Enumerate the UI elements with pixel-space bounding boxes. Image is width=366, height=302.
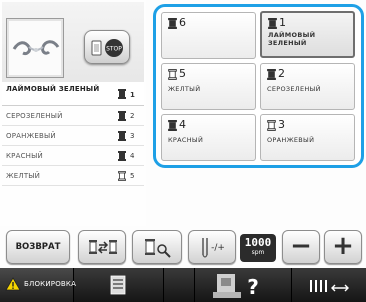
speed-plus-button[interactable]: +	[324, 230, 362, 264]
start-stop-button[interactable]: STOP	[84, 30, 130, 64]
color-number: 3	[130, 132, 135, 140]
tile-number: 5	[179, 67, 186, 80]
stop-icon: STOP	[91, 39, 123, 57]
thread-spool-icon	[268, 18, 277, 29]
warning-icon	[5, 277, 21, 291]
color-sort-grid: 6 1 ЛАЙМОВЫЙ ЗЕЛЕНЫЙ 5 ЖЕЛТЫЙ 2 СЕРОЗЕЛЕ…	[153, 4, 364, 168]
needle-speed-icon: -/+	[202, 238, 225, 258]
color-name: СЕРОЗЕЛЕНЫЙ	[6, 112, 63, 120]
color-number: 2	[130, 112, 135, 120]
tile-number: 3	[278, 118, 285, 131]
thread-chart-button[interactable]	[74, 268, 164, 302]
color-tile-3[interactable]: 3 ОРАНЖЕВЫЙ	[260, 114, 355, 161]
color-name: ЖЕЛТЫЙ	[6, 172, 41, 180]
minus-icon: −	[290, 231, 312, 261]
color-tile-4[interactable]: 4 КРАСНЫЙ	[161, 114, 256, 161]
thread-spool-icon	[168, 120, 177, 131]
list-item: ОРАНЖЕВЫЙ 3	[2, 126, 144, 146]
thread-spool-icon	[118, 131, 126, 141]
color-number: 5	[130, 172, 135, 180]
thread-spool-icon	[118, 151, 126, 161]
color-tile-1[interactable]: 1 ЛАЙМОВЫЙ ЗЕЛЕНЫЙ	[260, 11, 355, 58]
color-tile-6[interactable]: 6	[161, 12, 256, 59]
thread-spool-icon	[168, 18, 177, 29]
svg-text:-/+: -/+	[211, 243, 225, 253]
tile-color-name: ОРАНЖЕВЫЙ	[267, 136, 315, 144]
spool-magnifier-icon	[145, 239, 171, 258]
lock-label: БЛОКИРОВКА	[24, 280, 77, 288]
tile-number: 6	[179, 16, 186, 29]
color-number: 1	[130, 91, 136, 99]
tile-color-name: КРАСНЫЙ	[168, 136, 204, 144]
swap-spools-icon	[89, 240, 117, 254]
color-name: КРАСНЫЙ	[6, 152, 43, 160]
svg-text:STOP: STOP	[106, 46, 122, 53]
tile-color-name: ЛАЙМОВЫЙ ЗЕЛЕНЫЙ	[268, 31, 316, 47]
speed-unit: spm	[251, 249, 265, 256]
embroidery-design-icon	[12, 40, 60, 55]
svg-text:?: ?	[247, 275, 259, 299]
back-button-label: ВОЗВРАТ	[15, 242, 61, 252]
settings-button[interactable]	[291, 268, 366, 302]
speed-display: 1000 spm	[240, 234, 276, 262]
thread-spool-outline-icon	[118, 171, 126, 181]
color-name: ОРАНЖЕВЫЙ	[6, 132, 56, 140]
settings-bars-icon	[310, 280, 349, 292]
tile-color-name: ЖЕЛТЫЙ	[168, 85, 201, 93]
tile-color-name: СЕРОЗЕЛЕНЫЙ	[267, 85, 321, 93]
embroidery-color-sort-screen: STOP ЛАЙМОВЫЙ ЗЕЛЕНЫЙ 1 СЕРОЗЕЛЕНЫЙ 2 ОР…	[0, 0, 366, 302]
help-button[interactable]: ?	[194, 268, 290, 302]
thread-spool-icon	[267, 69, 276, 80]
color-tile-2[interactable]: 2 СЕРОЗЕЛЕНЫЙ	[260, 63, 355, 110]
thread-spool-outline-icon	[267, 120, 276, 131]
tile-number: 2	[278, 67, 285, 80]
status-bar: БЛОКИРОВКА ?	[0, 268, 366, 302]
thread-spool-icon	[118, 111, 126, 121]
list-item: СЕРОЗЕЛЕНЫЙ 2	[2, 106, 144, 126]
lock-button[interactable]: БЛОКИРОВКА	[0, 268, 77, 302]
plus-icon: +	[332, 231, 354, 261]
color-tile-5[interactable]: 5 ЖЕЛТЫЙ	[161, 63, 256, 110]
back-button[interactable]: ВОЗВРАТ	[6, 230, 70, 264]
bottom-toolbar: ВОЗВРАТ -/+ 1000 spm − +	[0, 228, 366, 268]
left-top-area: STOP	[2, 2, 144, 92]
color-number: 4	[130, 152, 135, 160]
color-name: ЛАЙМОВЫЙ ЗЕЛЕНЫЙ	[6, 85, 100, 93]
left-panel: STOP ЛАЙМОВЫЙ ЗЕЛЕНЫЙ 1 СЕРОЗЕЛЕНЫЙ 2 ОР…	[0, 0, 146, 226]
speed-setting-button[interactable]: -/+	[188, 230, 236, 264]
swap-spools-button[interactable]	[78, 230, 126, 264]
sewing-machine-help-icon: ?	[213, 274, 259, 299]
tile-number: 4	[179, 118, 186, 131]
list-item: КРАСНЫЙ 4	[2, 146, 144, 166]
speed-minus-button[interactable]: −	[282, 230, 320, 264]
thread-chart-icon	[110, 275, 126, 295]
list-item: ЛАЙМОВЫЙ ЗЕЛЕНЫЙ 1	[2, 82, 144, 106]
embroidery-preview	[6, 18, 64, 78]
color-sequence-list: ЛАЙМОВЫЙ ЗЕЛЕНЫЙ 1 СЕРОЗЕЛЕНЫЙ 2 ОРАНЖЕВ…	[2, 82, 144, 186]
list-item: ЖЕЛТЫЙ 5	[2, 166, 144, 186]
replace-spool-button[interactable]	[132, 230, 182, 264]
speed-value: 1000	[244, 236, 272, 249]
tile-number: 1	[279, 16, 286, 29]
thread-spool-outline-icon	[168, 69, 177, 80]
thread-spool-icon	[118, 89, 126, 99]
